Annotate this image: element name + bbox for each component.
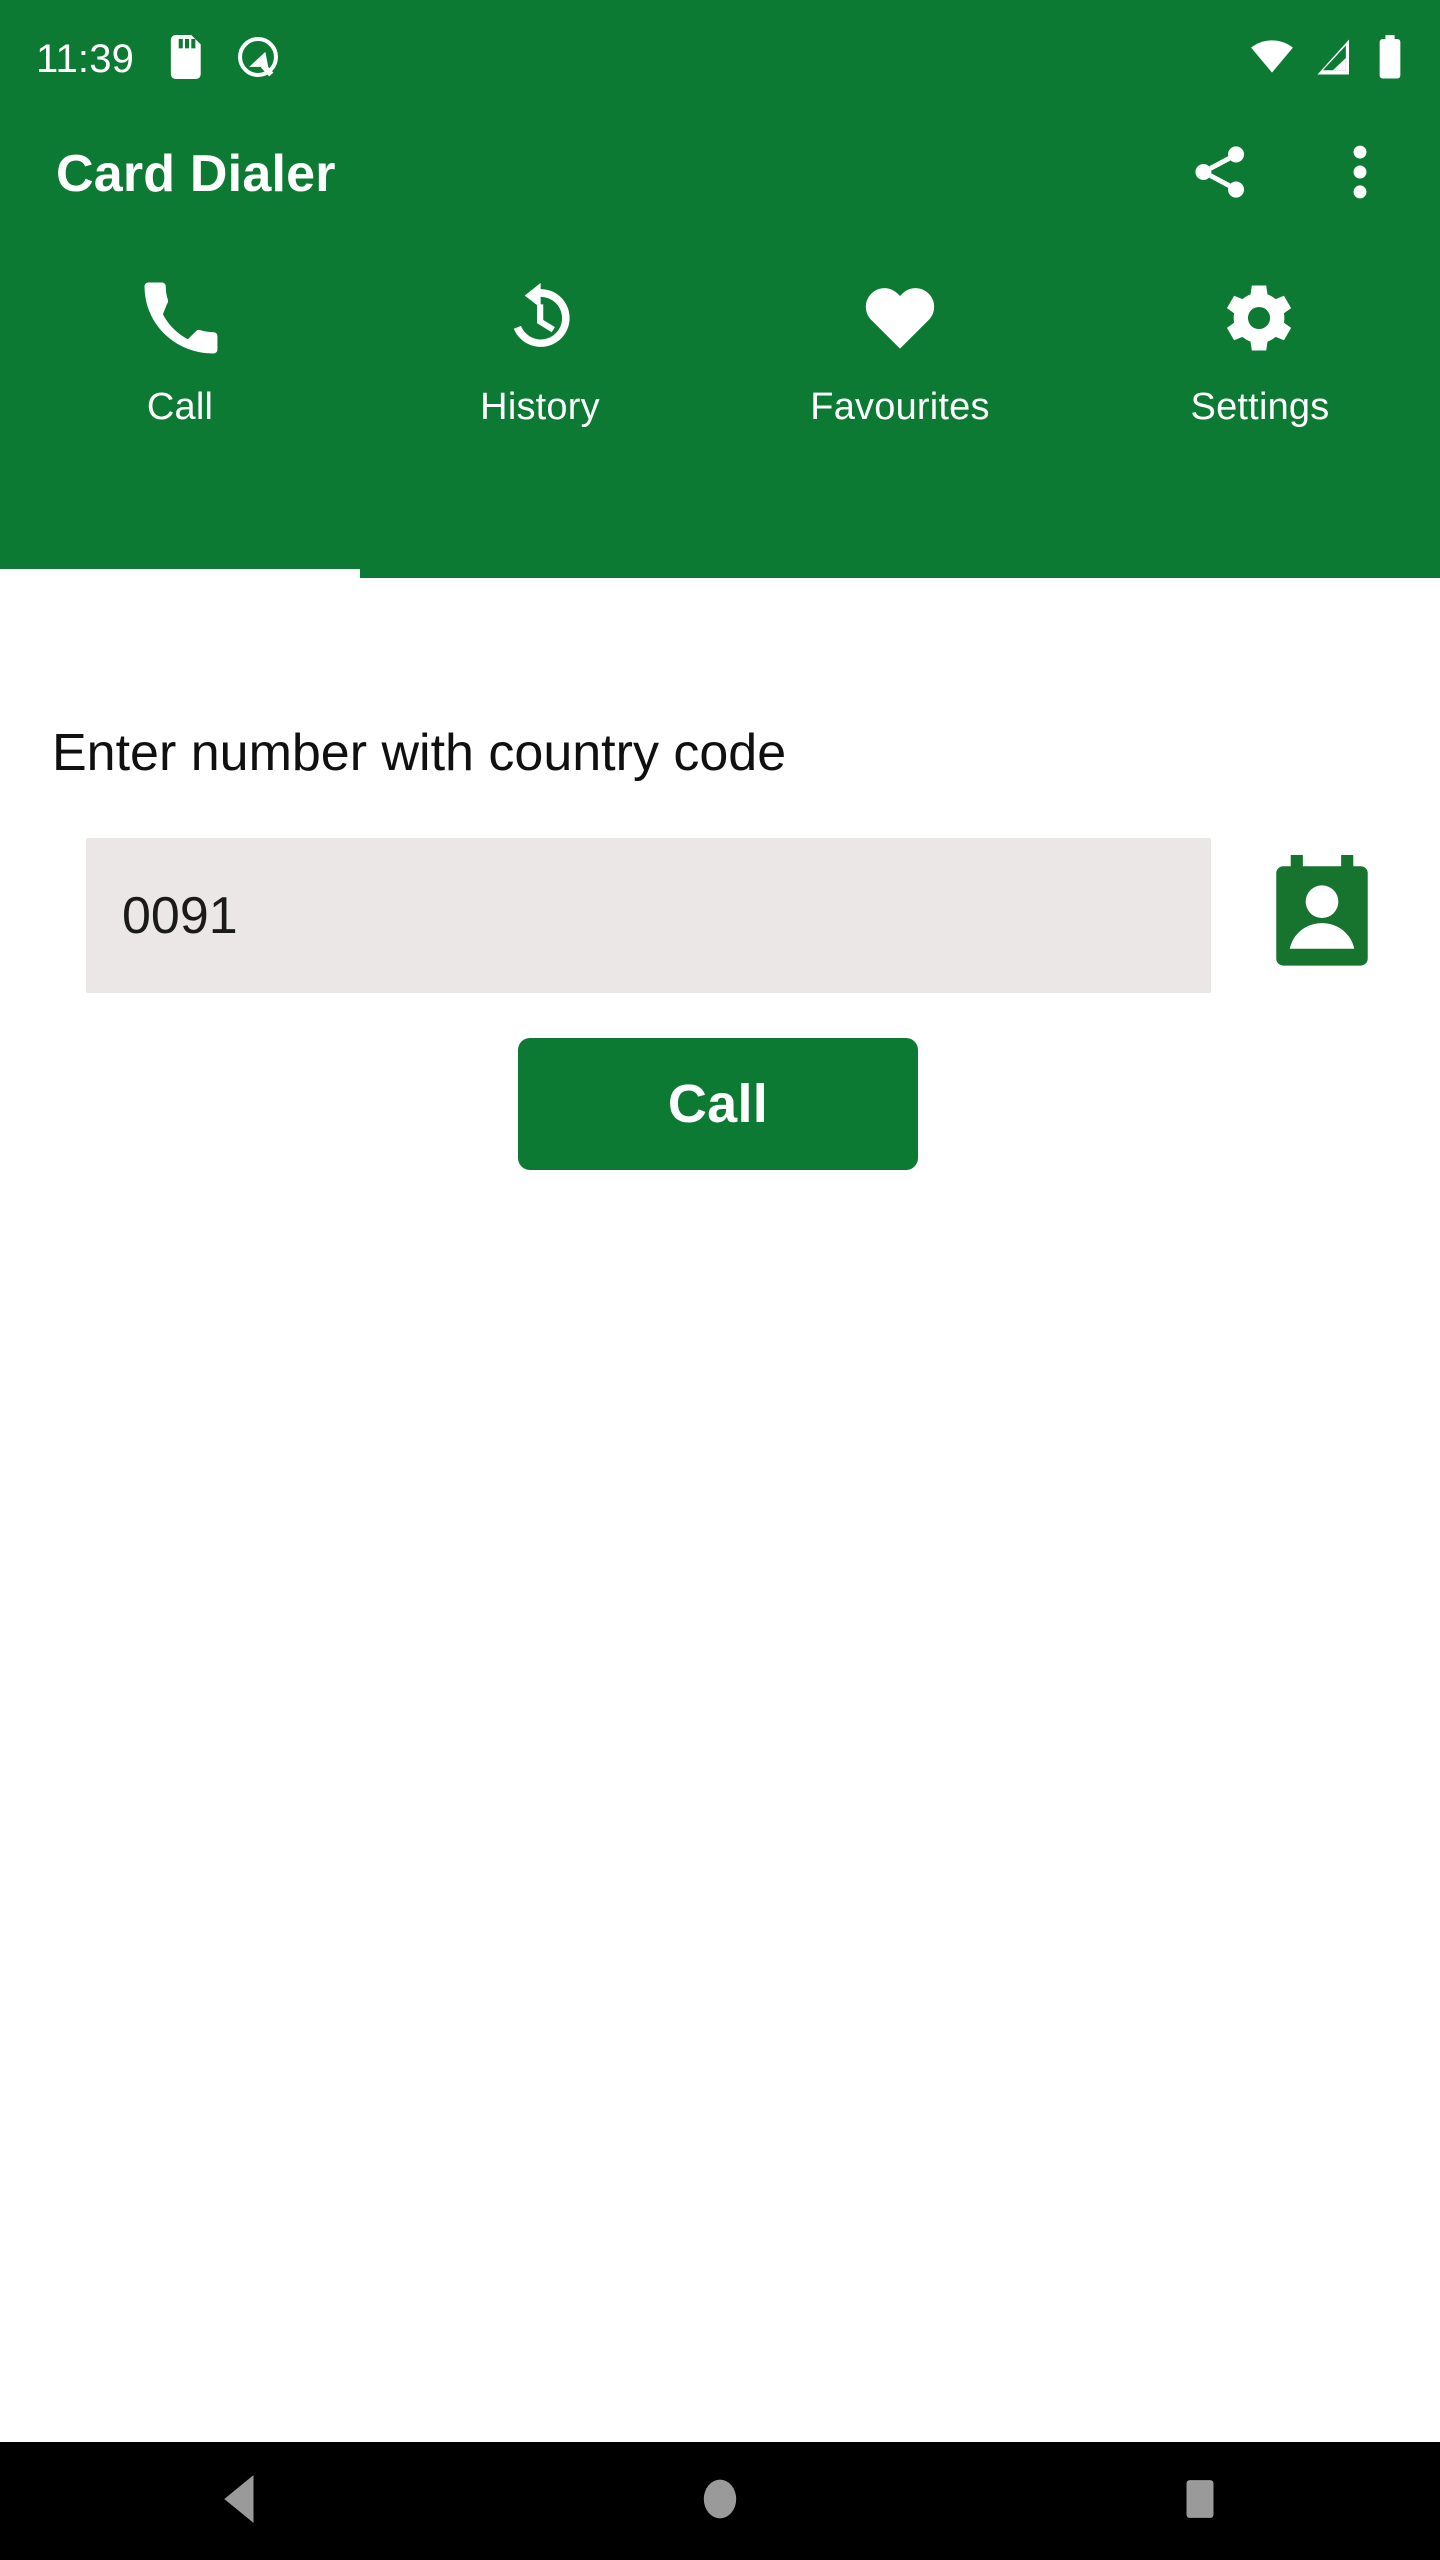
home-button[interactable]: [640, 2442, 800, 2560]
cellular-signal-icon: [1314, 35, 1356, 84]
tab-history[interactable]: History: [360, 230, 720, 578]
home-circle-icon: [697, 2472, 743, 2531]
phone-icon: [142, 272, 218, 364]
app-bar-actions: [1174, 128, 1406, 220]
recents-button[interactable]: [1120, 2442, 1280, 2560]
tab-favourites[interactable]: Favourites: [720, 230, 1080, 578]
tab-label-call: Call: [146, 386, 214, 428]
tab-label-favourites: Favourites: [810, 386, 990, 428]
overflow-menu-button[interactable]: [1314, 128, 1406, 220]
number-input[interactable]: [86, 838, 1211, 993]
battery-icon: [1376, 34, 1404, 85]
call-button[interactable]: Call: [518, 1038, 918, 1170]
history-icon: [501, 272, 579, 364]
tab-settings[interactable]: Settings: [1080, 230, 1440, 578]
app-bar: Card Dialer: [0, 118, 1440, 230]
pick-contact-button[interactable]: [1262, 853, 1382, 973]
app-screen: 11:39 Card Dialer Call History Favourite…: [0, 0, 1440, 2560]
status-bar-left: 11:39: [36, 34, 280, 84]
tab-call[interactable]: Call: [0, 230, 360, 578]
status-bar-right: [1250, 34, 1404, 85]
back-triangle-icon: [217, 2472, 263, 2531]
heart-icon: [860, 272, 940, 364]
number-field-label: Enter number with country code: [52, 724, 787, 782]
back-button[interactable]: [160, 2442, 320, 2560]
tab-bar: Call History Favourites Settings: [0, 230, 1440, 578]
status-bar-clock: 11:39: [36, 36, 135, 81]
sd-card-icon: [166, 34, 204, 84]
share-button[interactable]: [1174, 128, 1266, 220]
status-bar: 11:39: [0, 0, 1440, 118]
android-q-icon: [236, 35, 280, 84]
recents-square-icon: [1177, 2472, 1223, 2531]
tab-label-settings: Settings: [1190, 386, 1330, 428]
tab-label-history: History: [480, 386, 600, 428]
tab-active-indicator: [0, 569, 360, 578]
system-navigation-bar: [0, 2442, 1440, 2560]
main-content: Enter number with country code Call: [0, 578, 1440, 2442]
contacts-card-icon: [1269, 854, 1375, 972]
gear-icon: [1221, 272, 1299, 364]
app-title: Card Dialer: [56, 145, 336, 203]
overflow-menu-icon: [1351, 141, 1369, 208]
wifi-icon: [1250, 35, 1294, 84]
share-icon: [1189, 141, 1251, 208]
number-input-row: [0, 808, 1440, 993]
